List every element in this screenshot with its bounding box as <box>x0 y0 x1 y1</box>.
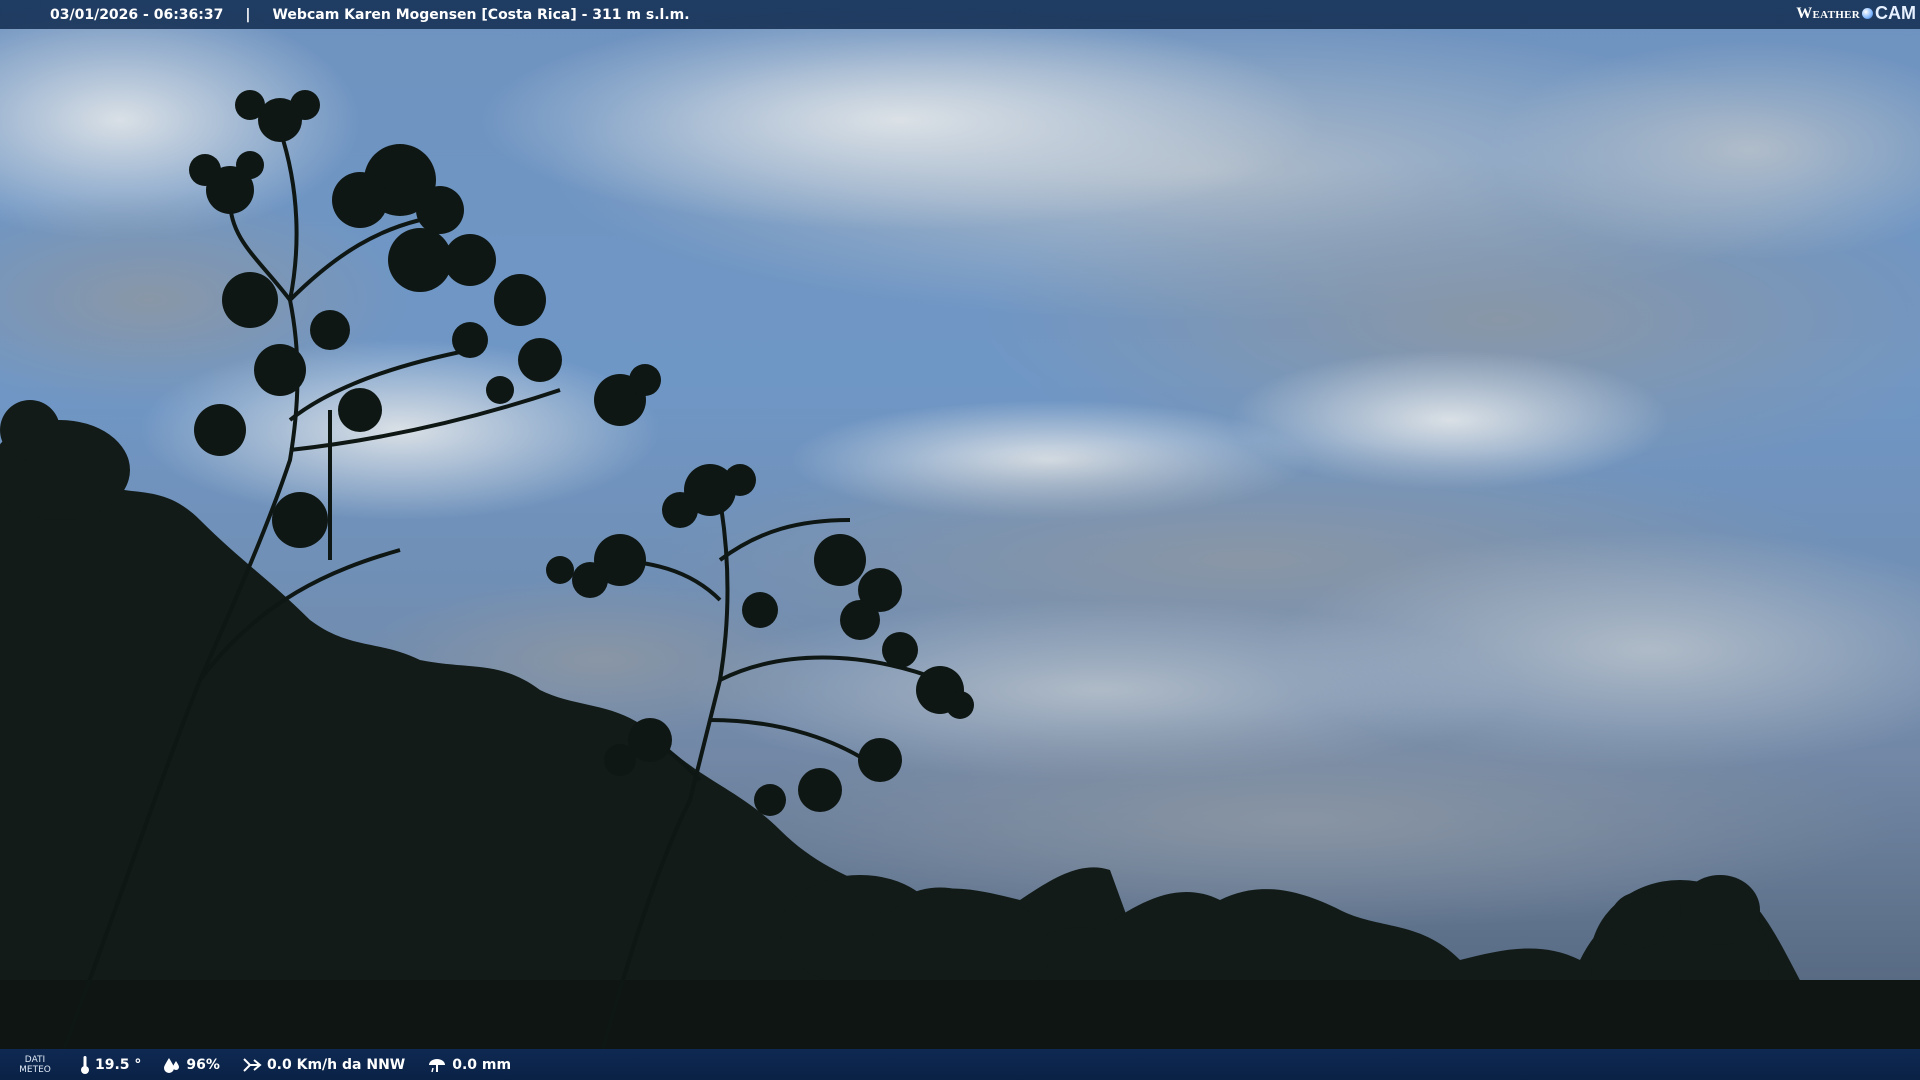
separator: | <box>245 6 251 23</box>
top-info-bar: 03/01/2026 - 06:36:37 | Webcam Karen Mog… <box>0 0 1920 29</box>
temperature-value: 19.5 ° <box>95 1056 142 1073</box>
temperature-reading: 19.5 ° <box>80 1055 141 1075</box>
rain-gauge-icon <box>429 1058 446 1072</box>
rain-reading: 0.0 mm <box>427 1056 511 1074</box>
rain-value: 0.0 mm <box>452 1056 512 1073</box>
wind-value: 0.0 Km/h da NNW <box>266 1056 406 1073</box>
weather-label-line1: DATI <box>24 1054 46 1065</box>
weather-data-label: DATI METEO <box>12 1055 58 1075</box>
wind-icon <box>243 1057 262 1072</box>
logo-cam-text: CAM <box>1875 3 1916 23</box>
logo-weather-text: Weather <box>1796 4 1860 22</box>
weather-data-bar: DATI METEO 19.5 ° 96% 0.0 Km/h da NNW 0.… <box>0 1049 1920 1080</box>
thermometer-icon <box>81 1055 89 1074</box>
timestamp: 03/01/2026 - 06:36:37 <box>50 6 224 23</box>
webcam-image <box>0 0 1920 1080</box>
humidity-drop-icon <box>164 1057 180 1073</box>
humidity-reading: 96% <box>163 1056 220 1074</box>
humidity-value: 96% <box>186 1056 220 1073</box>
wind-reading: 0.0 Km/h da NNW <box>242 1056 405 1074</box>
camera-title: Webcam Karen Mogensen [Costa Rica] - 311… <box>272 6 690 23</box>
logo-globe-icon <box>1862 8 1873 19</box>
weathercam-logo: Weather CAM <box>1796 3 1916 24</box>
weather-label-line2: METEO <box>19 1064 51 1075</box>
